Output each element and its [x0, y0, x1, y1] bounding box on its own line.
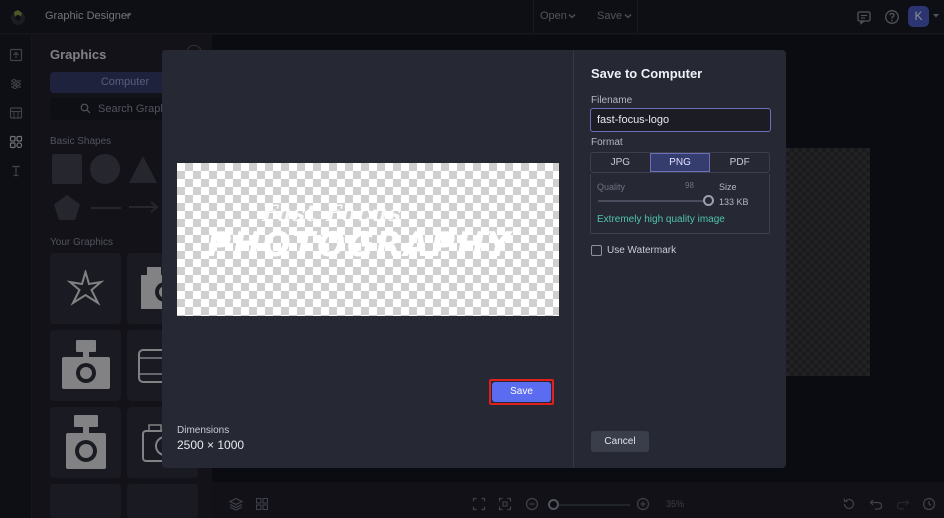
export-preview: Fast Focus PHOTOGRAPHY: [177, 163, 559, 316]
watermark-checkbox[interactable]: [591, 245, 602, 256]
format-label: Format: [591, 137, 623, 148]
size-value: 133 KB: [719, 197, 749, 207]
quality-slider-handle[interactable]: [703, 195, 715, 206]
export-settings: Save to Computer Filename Format JPG PNG…: [575, 50, 786, 468]
dimensions-value: 2500 × 1000: [177, 438, 245, 452]
cancel-button[interactable]: Cancel: [591, 431, 649, 452]
save-dialog: Fast Focus PHOTOGRAPHY Dimensions 2500 ×…: [162, 50, 786, 468]
format-pdf-button[interactable]: PDF: [710, 153, 769, 172]
size-label: Size: [719, 182, 737, 192]
filename-field[interactable]: [590, 108, 771, 132]
save-button[interactable]: Save: [492, 382, 551, 402]
quality-label: Quality: [597, 182, 626, 192]
preview-pane: Fast Focus PHOTOGRAPHY Dimensions 2500 ×…: [162, 50, 574, 468]
quality-description: Extremely high quality image: [597, 214, 725, 225]
quality-slider-track[interactable]: [598, 200, 711, 202]
format-jpg-button[interactable]: JPG: [591, 153, 650, 172]
quality-panel: Quality 98 Size 133 KB Extremely high qu…: [590, 174, 770, 234]
quality-value: 98: [685, 181, 694, 190]
watermark-label[interactable]: Use Watermark: [607, 245, 676, 256]
filename-label: Filename: [591, 95, 633, 106]
preview-text-line1: Fast Focus: [262, 201, 402, 227]
preview-text-line2: PHOTOGRAPHY: [207, 225, 513, 265]
format-selector: JPG PNG PDF: [590, 152, 770, 173]
dialog-title: Save to Computer: [591, 66, 703, 81]
dimensions-label: Dimensions: [177, 425, 230, 436]
format-png-button[interactable]: PNG: [649, 153, 711, 172]
